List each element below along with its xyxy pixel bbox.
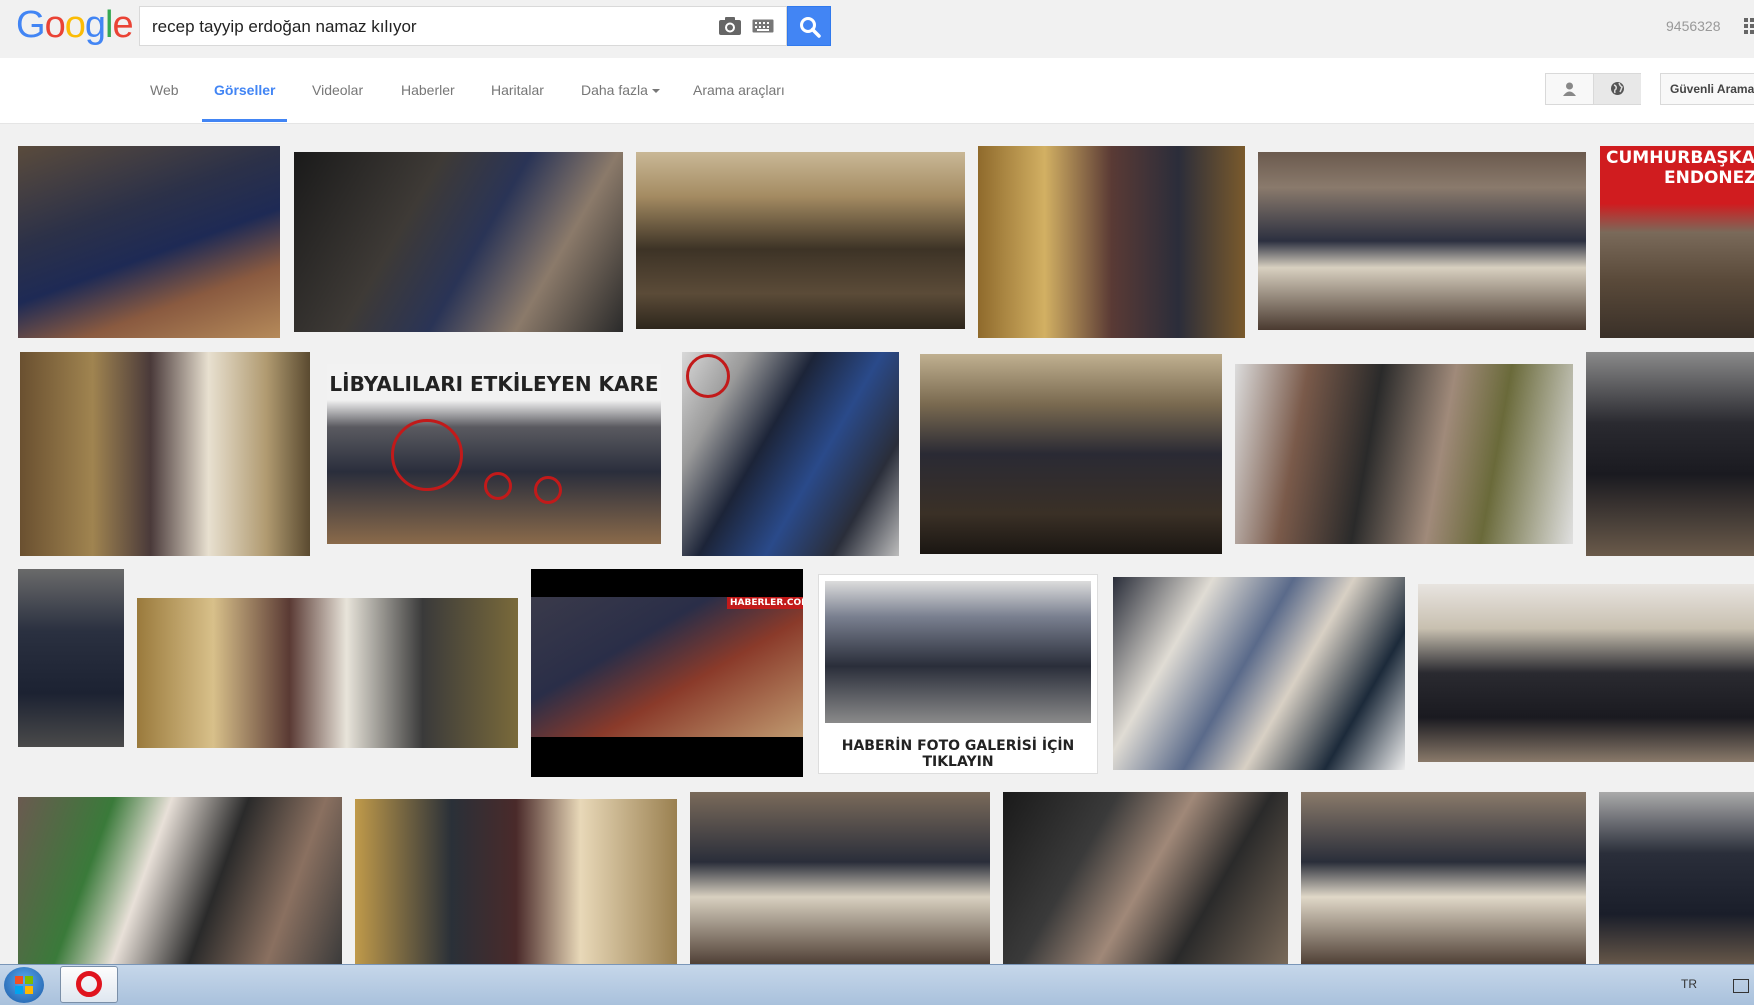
windows-start-icon[interactable] xyxy=(4,967,44,1003)
tab-more[interactable]: Daha fazla xyxy=(581,82,660,98)
search-nav-bar: Web Görseller Videolar Haberler Haritala… xyxy=(0,58,1754,124)
tab-web[interactable]: Web xyxy=(150,82,179,98)
search-input[interactable] xyxy=(150,7,714,47)
image-banner-text: ENDONEZ xyxy=(1664,168,1754,188)
image-result[interactable] xyxy=(1586,352,1754,556)
image-result[interactable] xyxy=(1003,792,1288,964)
image-result[interactable] xyxy=(978,146,1245,338)
highlight-circle xyxy=(484,472,512,500)
image-result[interactable] xyxy=(20,352,310,556)
image-banner-text: LİBYALILARI ETKİLEYEN KARE xyxy=(329,372,659,396)
search-button[interactable] xyxy=(787,6,831,46)
image-results-grid: CUMHURBAŞKA ENDONEZ LİBYALILARI ETKİLEYE… xyxy=(0,124,1754,964)
image-banner-text: HABERİN FOTO GALERİSİ İÇİN TIKLAYIN xyxy=(841,738,1075,770)
image-result[interactable] xyxy=(636,152,965,329)
image-result[interactable] xyxy=(1113,577,1405,770)
tab-search-tools[interactable]: Arama araçları xyxy=(693,82,785,98)
user-id-text: 9456328 xyxy=(1666,18,1721,34)
image-result[interactable] xyxy=(18,797,342,964)
image-result[interactable] xyxy=(690,792,990,964)
google-logo[interactable]: Google xyxy=(16,4,134,47)
image-result[interactable]: CUMHURBAŞKA ENDONEZ xyxy=(1600,146,1754,338)
active-tab-indicator xyxy=(202,119,287,122)
image-result[interactable] xyxy=(1258,152,1586,330)
chevron-down-icon xyxy=(651,89,660,94)
safe-search-button[interactable]: Güvenli Arama xyxy=(1660,73,1754,105)
tab-more-label: Daha fazla xyxy=(581,82,648,98)
tab-maps[interactable]: Haritalar xyxy=(491,82,544,98)
image-content xyxy=(531,597,803,737)
keyboard-icon[interactable] xyxy=(752,19,774,33)
image-content xyxy=(825,581,1091,723)
globe-icon xyxy=(1611,82,1624,95)
image-result[interactable] xyxy=(920,354,1222,554)
logo-letter: o xyxy=(44,4,66,46)
logo-letter: l xyxy=(104,4,114,46)
tab-images[interactable]: Görseller xyxy=(214,82,275,98)
person-icon xyxy=(1563,82,1576,96)
image-result[interactable] xyxy=(18,569,124,747)
image-result[interactable]: HABERİN FOTO GALERİSİ İÇİN TIKLAYIN xyxy=(818,574,1098,774)
results-filter-toggle xyxy=(1545,73,1641,105)
image-result[interactable] xyxy=(1235,364,1573,544)
global-results-button[interactable] xyxy=(1593,74,1641,104)
search-box xyxy=(139,6,787,47)
apps-grid-icon[interactable] xyxy=(1744,18,1754,34)
windows-logo-icon xyxy=(15,976,33,994)
image-result[interactable] xyxy=(294,152,623,332)
image-result[interactable] xyxy=(1301,792,1586,964)
haberler-logo: HABERLER.COM xyxy=(727,597,803,609)
network-icon[interactable] xyxy=(1733,979,1749,993)
logo-letter: g xyxy=(84,4,106,46)
image-result[interactable] xyxy=(682,352,899,556)
personal-results-button[interactable] xyxy=(1546,74,1593,104)
language-indicator[interactable]: TR xyxy=(1681,977,1697,991)
logo-letter: G xyxy=(16,4,46,46)
image-result[interactable] xyxy=(18,146,280,338)
magnifier-icon xyxy=(800,17,821,38)
highlight-circle xyxy=(686,354,730,398)
image-result[interactable] xyxy=(355,799,677,964)
image-result[interactable] xyxy=(1418,584,1754,762)
opera-taskbar-button[interactable] xyxy=(60,966,118,1003)
tab-videos[interactable]: Videolar xyxy=(312,82,363,98)
image-result[interactable]: LİBYALILARI ETKİLEYEN KARE xyxy=(327,364,661,544)
image-result[interactable]: HABERLER.COM xyxy=(531,569,803,777)
highlight-circle xyxy=(534,476,562,504)
top-search-bar: Google 9456328 xyxy=(0,0,1754,59)
image-result[interactable] xyxy=(137,598,518,748)
image-result[interactable] xyxy=(1599,792,1754,964)
tab-news[interactable]: Haberler xyxy=(401,82,455,98)
logo-letter: e xyxy=(112,4,133,46)
image-banner-text: CUMHURBAŞKA xyxy=(1606,148,1754,168)
logo-letter: o xyxy=(64,4,86,46)
windows-taskbar: TR xyxy=(0,964,1754,1005)
highlight-circle xyxy=(391,419,463,491)
opera-icon xyxy=(76,971,102,997)
camera-icon[interactable] xyxy=(718,15,742,37)
